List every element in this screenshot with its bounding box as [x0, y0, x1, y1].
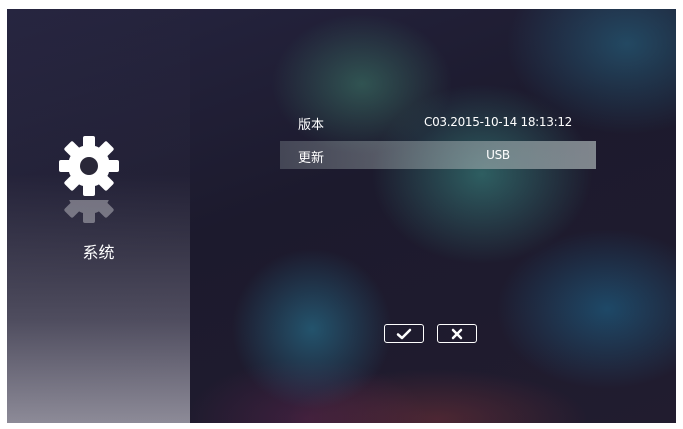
gear-reflection-icon	[58, 200, 120, 224]
check-icon	[396, 328, 412, 339]
x-icon	[451, 328, 463, 339]
cancel-button[interactable]	[437, 324, 477, 343]
update-label: 更新	[298, 151, 325, 166]
projector-screen: 系统 版本 C03.2015-10-14 18:13:12 更新 USB	[7, 9, 676, 423]
version-label: 版本	[298, 118, 325, 133]
gear-icon	[58, 135, 120, 197]
confirm-button[interactable]	[384, 324, 424, 343]
version-value: C03.2015-10-14 18:13:12	[423, 115, 572, 129]
sidebar-label-system: 系统	[82, 243, 115, 262]
update-value: USB	[486, 148, 510, 162]
settings-row-version[interactable]: 版本 C03.2015-10-14 18:13:12	[280, 108, 596, 136]
sidebar-panel: 系统	[7, 9, 190, 423]
settings-row-update[interactable]: 更新 USB	[280, 141, 596, 169]
